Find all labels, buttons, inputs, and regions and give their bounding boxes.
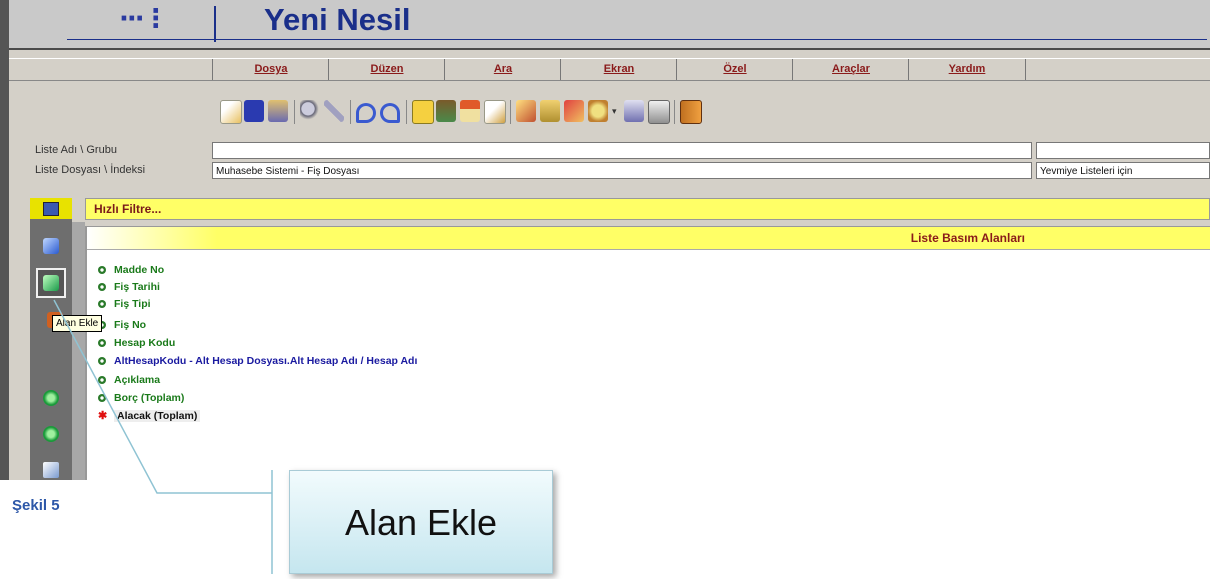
callout-box: Alan Ekle: [289, 470, 553, 574]
callout-leader-line: [53, 299, 272, 494]
callout-connector: [53, 299, 273, 574]
callout-text: Alan Ekle: [344, 502, 498, 543]
figure-caption: Şekil 5: [12, 497, 60, 514]
